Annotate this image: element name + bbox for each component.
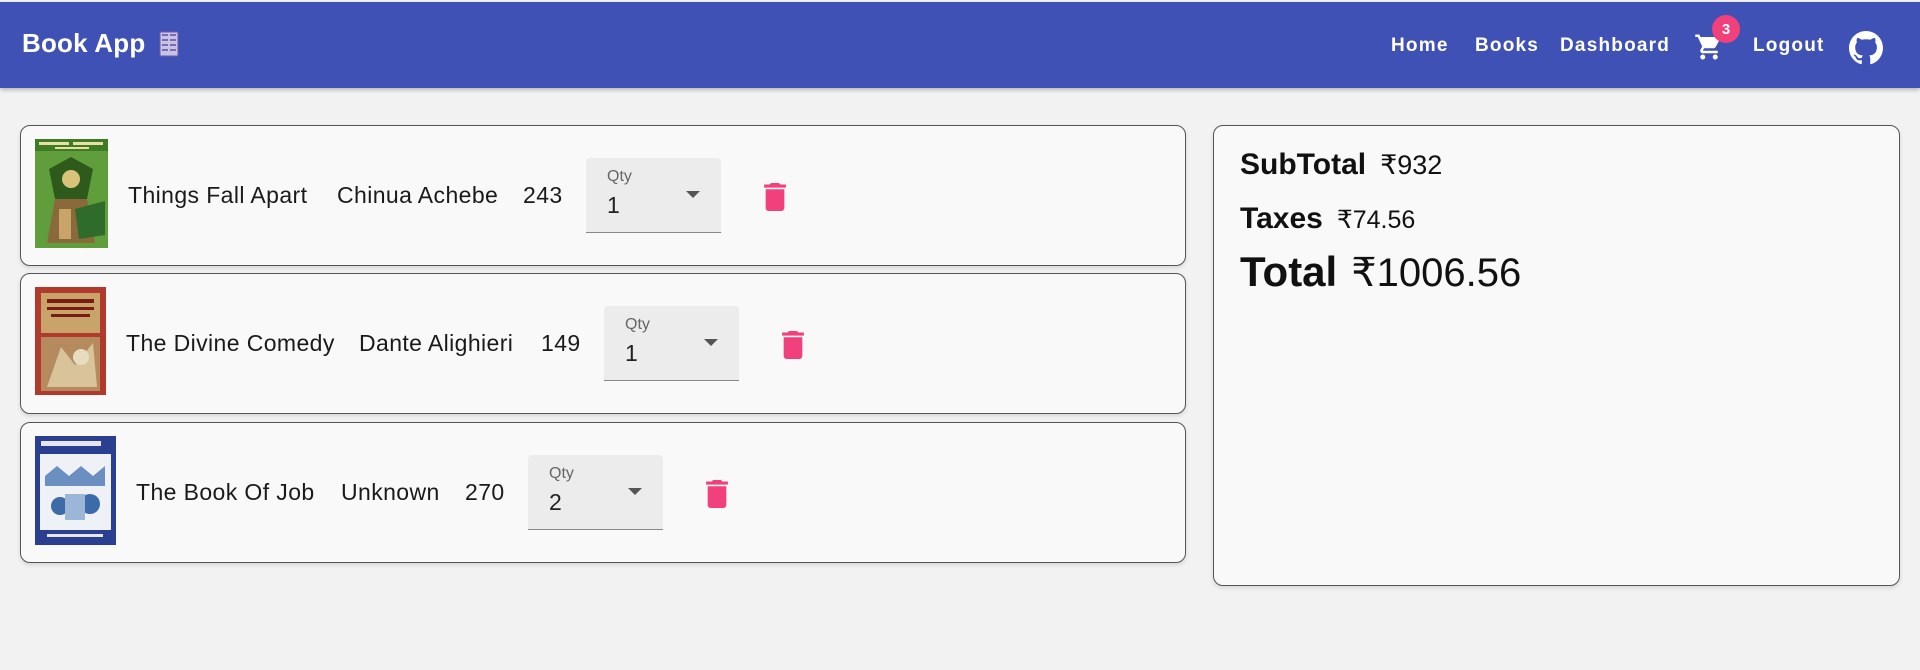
trash-icon[interactable] [781, 331, 805, 359]
total-label: Total [1240, 248, 1338, 295]
book-cover-image [35, 287, 106, 395]
cart-item: The Book Of Job Unknown 270 Qty 2 [20, 422, 1186, 563]
book-price: 270 [465, 479, 505, 505]
quantity-label: Qty [607, 168, 632, 185]
nav-logout[interactable]: Logout [1753, 35, 1825, 57]
quantity-value: 1 [607, 192, 620, 218]
quantity-value: 2 [549, 489, 562, 515]
subtotal-label: SubTotal [1240, 148, 1367, 181]
trash-icon[interactable] [705, 480, 729, 508]
app-bar: Book App Home Books Dashboard 3 Logout [0, 2, 1920, 88]
book-price: 243 [523, 182, 563, 208]
total-value: ₹1006.56 [1351, 251, 1522, 295]
total-row: Total ₹1006.56 [1240, 248, 1521, 296]
book-author: Dante Alighieri [359, 330, 514, 356]
books-icon [159, 31, 179, 56]
book-price: 149 [541, 330, 581, 356]
quantity-value: 1 [625, 340, 638, 366]
cart-item: The Divine Comedy Dante Alighieri 149 Qt… [20, 273, 1186, 414]
app-title: Book App [22, 28, 146, 58]
caret-down-icon [628, 488, 642, 495]
book-title: The Divine Comedy [126, 330, 335, 356]
cart-item: Things Fall Apart Chinua Achebe 243 Qty … [20, 125, 1186, 266]
taxes-value: ₹74.56 [1336, 206, 1416, 234]
order-summary: SubTotal ₹932 Taxes ₹74.56 Total ₹1006.5… [1213, 125, 1900, 586]
app-brand[interactable]: Book App [22, 28, 179, 59]
nav-home[interactable]: Home [1391, 35, 1449, 57]
quantity-label: Qty [625, 316, 650, 333]
book-author: Unknown [341, 479, 440, 505]
taxes-label: Taxes [1240, 202, 1323, 235]
github-icon[interactable] [1849, 31, 1883, 65]
cart-count-badge: 3 [1712, 15, 1740, 43]
quantity-select[interactable]: Qty 1 [604, 306, 739, 381]
book-cover-image [35, 139, 108, 248]
nav-dashboard[interactable]: Dashboard [1560, 35, 1670, 57]
taxes-row: Taxes ₹74.56 [1240, 202, 1415, 236]
book-cover-image [35, 436, 116, 545]
quantity-label: Qty [549, 465, 574, 482]
trash-icon[interactable] [763, 183, 787, 211]
book-title: The Book Of Job [136, 479, 315, 505]
subtotal-value: ₹932 [1380, 150, 1443, 180]
quantity-select[interactable]: Qty 2 [528, 455, 663, 530]
book-title: Things Fall Apart [128, 182, 308, 208]
nav-books[interactable]: Books [1475, 35, 1539, 57]
book-author: Chinua Achebe [337, 182, 499, 208]
subtotal-row: SubTotal ₹932 [1240, 148, 1442, 182]
quantity-select[interactable]: Qty 1 [586, 158, 721, 233]
caret-down-icon [686, 191, 700, 198]
caret-down-icon [704, 339, 718, 346]
